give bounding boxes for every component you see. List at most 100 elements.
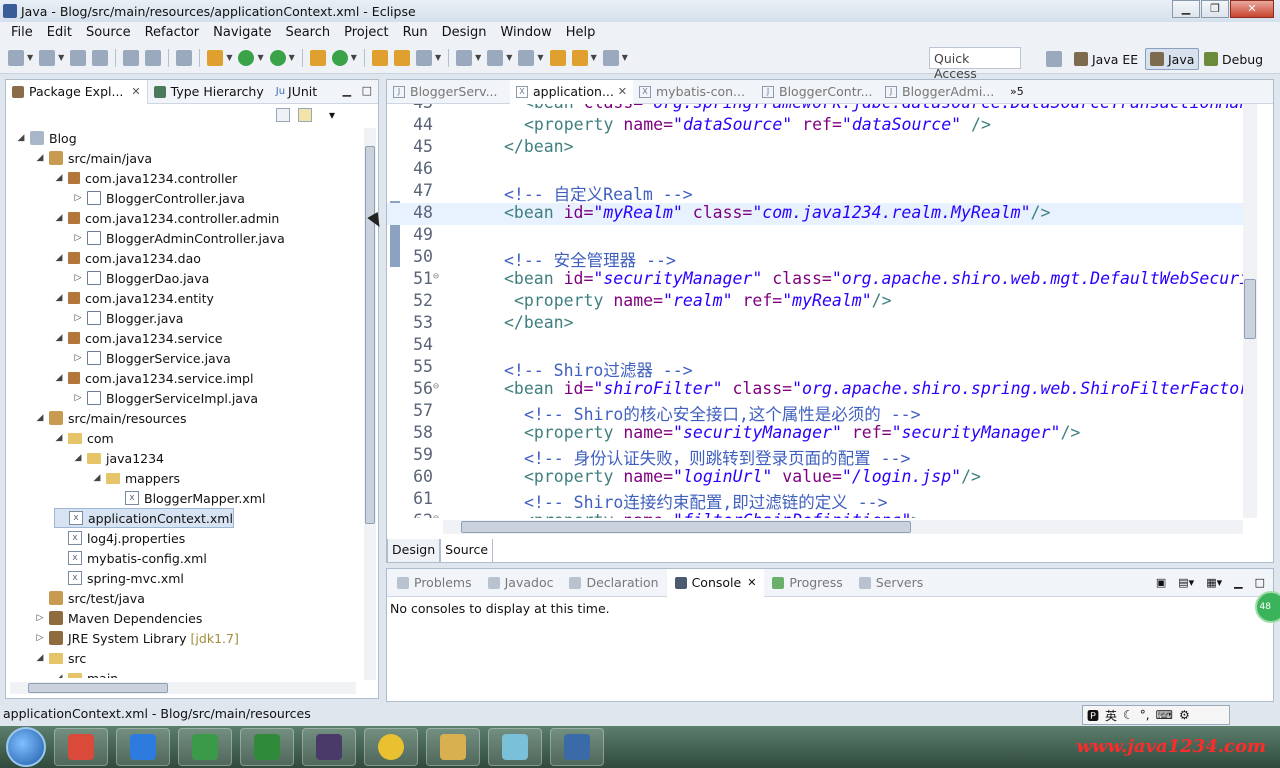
tree-item[interactable]: x spring-mvc.xml: [54, 568, 184, 588]
menu-window[interactable]: Window: [493, 25, 558, 40]
code-line[interactable]: 48 <bean id="myRealm" class="com.java1234…: [387, 203, 1243, 225]
next-annotation-icon[interactable]: [487, 49, 504, 66]
back-dropdown-icon[interactable]: ▼: [591, 53, 597, 62]
save-all-icon[interactable]: [70, 49, 87, 66]
tree-item[interactable]: ◢ com.java1234.entity: [54, 288, 214, 308]
tree-item[interactable]: ▷ BloggerDao.java: [73, 268, 210, 288]
save-icon[interactable]: [39, 49, 56, 66]
expand-toggle-icon[interactable]: ◢: [54, 293, 64, 303]
save-dropdown-icon[interactable]: ▼: [58, 53, 64, 62]
menu-file[interactable]: File: [4, 25, 40, 40]
maximize-button[interactable]: ❐: [1201, 0, 1229, 18]
ime-keyboard-icon[interactable]: ⌨: [1156, 708, 1173, 722]
tree-item[interactable]: x mybatis-config.xml: [54, 548, 207, 568]
taskbar-app-camtasia-recorder[interactable]: [240, 728, 294, 766]
new-icon[interactable]: [8, 49, 24, 66]
tab-package-explorer[interactable]: Package Expl... ✕: [6, 79, 148, 104]
expand-toggle-icon[interactable]: ◢: [54, 213, 64, 223]
ime-moon-icon[interactable]: ☾: [1123, 708, 1134, 722]
tab-junit[interactable]: Ju JUnit: [270, 80, 323, 104]
expand-toggle-icon[interactable]: ▷: [73, 353, 83, 363]
tree-item[interactable]: ◢ main: [54, 668, 118, 678]
pin-console-icon[interactable]: ▣: [1156, 576, 1166, 589]
tree-item[interactable]: ◢ com.java1234.service: [54, 328, 223, 348]
code-line[interactable]: 58 <property name="securityManager" ref="…: [387, 423, 1243, 445]
ime-tools-icon[interactable]: ⚙: [1179, 708, 1190, 722]
run-dropdown-icon[interactable]: ▼: [257, 53, 263, 62]
code-line[interactable]: 43 <bean class="org.springframework.jdbc.…: [387, 104, 1243, 115]
tree-item[interactable]: ◢ com: [54, 428, 114, 448]
open-type-icon[interactable]: [371, 49, 388, 66]
tab-console[interactable]: Console ✕: [666, 568, 765, 597]
view-menu-icon[interactable]: ▾: [329, 108, 343, 122]
display-console-icon[interactable]: ▤▾: [1178, 576, 1194, 589]
search-icon[interactable]: [415, 49, 432, 66]
fold-toggle-icon[interactable]: ⊖: [433, 271, 439, 282]
fold-toggle-icon[interactable]: ⊖: [433, 381, 439, 392]
code-line[interactable]: 59 <!-- 身份认证失败，则跳转到登录页面的配置 -->: [387, 445, 1243, 468]
menu-help[interactable]: Help: [559, 25, 603, 40]
expand-toggle-icon[interactable]: ◢: [54, 373, 64, 383]
tab-source[interactable]: Source: [440, 539, 494, 563]
run-icon[interactable]: [238, 49, 255, 66]
expand-toggle-icon[interactable]: ◢: [54, 333, 64, 343]
expand-toggle-icon[interactable]: ▷: [73, 273, 83, 283]
tree-item[interactable]: ◢ com.java1234.controller: [54, 168, 238, 188]
editor-vertical-scrollbar[interactable]: [1243, 104, 1257, 518]
editor-tab-active[interactable]: Xapplication... ✕: [510, 79, 633, 104]
editor-tab[interactable]: J BloggerServ...: [387, 80, 510, 104]
tree-vertical-scrollbar[interactable]: [364, 128, 376, 680]
code-line[interactable]: 57 <!-- Shiro的核心安全接口,这个属性是必须的 -->: [387, 401, 1243, 424]
expand-toggle-icon[interactable]: ◢: [54, 173, 64, 183]
taskbar-app-photos[interactable]: [54, 728, 108, 766]
menu-search[interactable]: Search: [278, 25, 337, 40]
ime-punct-icon[interactable]: °,: [1140, 708, 1150, 722]
tree-item[interactable]: ◢ com.java1234.dao: [54, 248, 201, 268]
code-line[interactable]: 62⊖ <property name="filterChainDefinition…: [387, 511, 1243, 518]
minimize-view-icon[interactable]: ▁: [1234, 576, 1242, 589]
open-task-icon[interactable]: [393, 49, 410, 66]
tree-item[interactable]: ▷ BloggerService.java: [73, 348, 231, 368]
tree-item[interactable]: ▷ BloggerServiceImpl.java: [73, 388, 259, 408]
debug-icon[interactable]: [207, 49, 224, 66]
tree-item[interactable]: ◢ src/main/java: [35, 148, 153, 168]
tree-item[interactable]: ◢ src: [35, 648, 87, 668]
tab-declaration[interactable]: Declaration: [561, 569, 666, 597]
tree-item[interactable]: ◢ java1234: [73, 448, 164, 468]
code-line[interactable]: 49: [387, 225, 1243, 247]
back-icon[interactable]: [571, 49, 588, 66]
debug-dropdown-icon[interactable]: ▼: [226, 53, 232, 62]
server-icon[interactable]: [123, 49, 140, 66]
prev-annotation-icon[interactable]: [518, 49, 535, 66]
minimize-view-icon[interactable]: ▁: [343, 84, 351, 97]
search-dropdown-icon[interactable]: ▼: [435, 53, 441, 62]
external-tools-dropdown-icon[interactable]: ▼: [289, 53, 295, 62]
forward-icon[interactable]: [602, 49, 619, 66]
tree-item[interactable]: ◢ com.java1234.controller.admin: [54, 208, 280, 228]
open-perspective-icon[interactable]: [1046, 51, 1062, 67]
expand-toggle-icon[interactable]: ◢: [54, 673, 64, 678]
code-line[interactable]: 44 <property name="dataSource" ref="dataS…: [387, 115, 1243, 137]
annotation-dropdown-icon[interactable]: ▼: [475, 53, 481, 62]
new-class-dropdown-icon[interactable]: ▼: [351, 53, 357, 62]
forward-dropdown-icon[interactable]: ▼: [622, 53, 628, 62]
expand-toggle-icon[interactable]: ◢: [54, 433, 64, 443]
code-line[interactable]: 52 <property name="realm" ref="myRealm"/>: [387, 291, 1243, 313]
tab-design[interactable]: Design: [387, 539, 441, 563]
editor-tab[interactable]: J BloggerContr...: [756, 80, 879, 104]
tab-progress[interactable]: Progress: [764, 569, 850, 597]
tree-item[interactable]: ▷ JRE System Library [jdk1.7]: [35, 628, 239, 648]
code-line[interactable]: 55 <!-- Shiro过滤器 -->: [387, 357, 1243, 380]
close-tab-icon[interactable]: ✕: [747, 576, 756, 589]
tree-item[interactable]: x BloggerMapper.xml: [111, 488, 265, 508]
code-line[interactable]: 54: [387, 335, 1243, 357]
ime-language[interactable]: 英: [1105, 707, 1117, 724]
external-tools-icon[interactable]: [269, 49, 286, 66]
skip-breakpoints-icon[interactable]: [176, 49, 193, 66]
tree-item[interactable]: ◢ Blog: [16, 128, 77, 148]
floating-badge[interactable]: 48: [1255, 591, 1280, 623]
editor-tab[interactable]: Xmybatis-con...: [633, 80, 756, 104]
fold-toggle-icon[interactable]: ⊖: [433, 513, 439, 518]
menu-run[interactable]: Run: [396, 25, 435, 40]
next-annotation-dropdown-icon[interactable]: ▼: [506, 53, 512, 62]
